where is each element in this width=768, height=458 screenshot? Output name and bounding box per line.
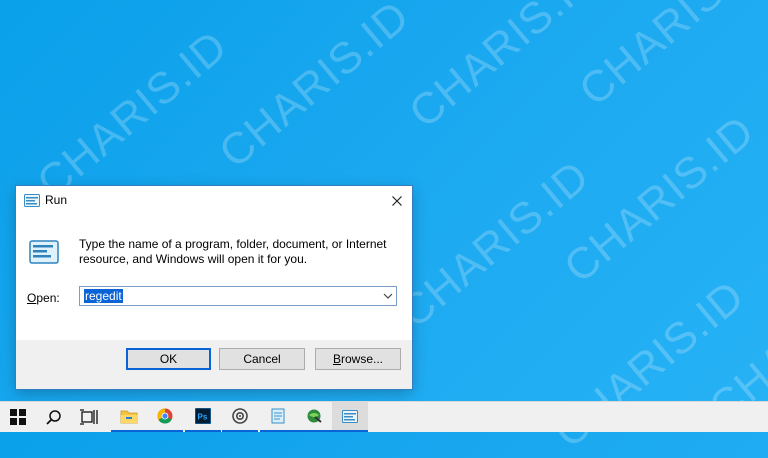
dialog-title: Run <box>45 193 68 207</box>
watermark: CHARIS.ID <box>390 151 599 338</box>
start-button[interactable] <box>0 402 36 432</box>
close-icon <box>392 196 402 206</box>
taskbar-network-app[interactable] <box>296 402 332 432</box>
folder-icon <box>120 410 138 423</box>
watermark: CHARIS.ID <box>555 106 764 293</box>
windows-logo-icon <box>10 409 26 425</box>
disc-icon <box>232 408 248 424</box>
search-button[interactable] <box>36 402 72 432</box>
globe-icon <box>307 409 322 423</box>
watermark: CHARIS.ID <box>210 0 419 178</box>
chrome-icon <box>157 408 173 424</box>
run-icon <box>24 194 40 207</box>
search-icon <box>46 410 61 425</box>
task-view-button[interactable] <box>71 402 107 432</box>
notepad-icon <box>271 408 285 424</box>
watermark: CHARIS.ID <box>28 21 237 208</box>
open-input[interactable]: regedit <box>79 286 397 306</box>
open-label: Open: <box>27 291 60 305</box>
photoshop-icon: Ps <box>195 408 211 424</box>
svg-text:Ps: Ps <box>198 413 208 422</box>
taskbar-media-app[interactable] <box>222 402 258 432</box>
taskbar: Ps <box>0 401 768 432</box>
taskbar-photoshop[interactable]: Ps <box>185 402 221 432</box>
browse-button[interactable]: Browse... <box>315 348 401 370</box>
taskbar-run-app[interactable] <box>332 402 368 432</box>
watermark: CHARIS.ID <box>400 0 609 138</box>
ok-button[interactable]: OK <box>126 348 211 370</box>
run-program-icon <box>29 240 59 264</box>
run-dialog: Run Type the name of a program, folder, … <box>16 186 412 389</box>
task-view-icon <box>80 409 98 425</box>
dialog-body: Type the name of a program, folder, docu… <box>16 216 412 340</box>
taskbar-chrome[interactable] <box>147 402 183 432</box>
open-input-value: regedit <box>84 289 123 303</box>
watermark: CHARIS.ID <box>570 0 768 116</box>
close-button[interactable] <box>382 186 412 216</box>
title-bar[interactable]: Run <box>16 186 412 216</box>
run-icon <box>342 409 358 423</box>
taskbar-file-explorer[interactable] <box>111 402 147 432</box>
taskbar-notepad[interactable] <box>260 402 296 432</box>
chevron-down-icon[interactable] <box>383 291 393 301</box>
cancel-button[interactable]: Cancel <box>219 348 305 370</box>
dialog-description: Type the name of a program, folder, docu… <box>79 237 387 266</box>
